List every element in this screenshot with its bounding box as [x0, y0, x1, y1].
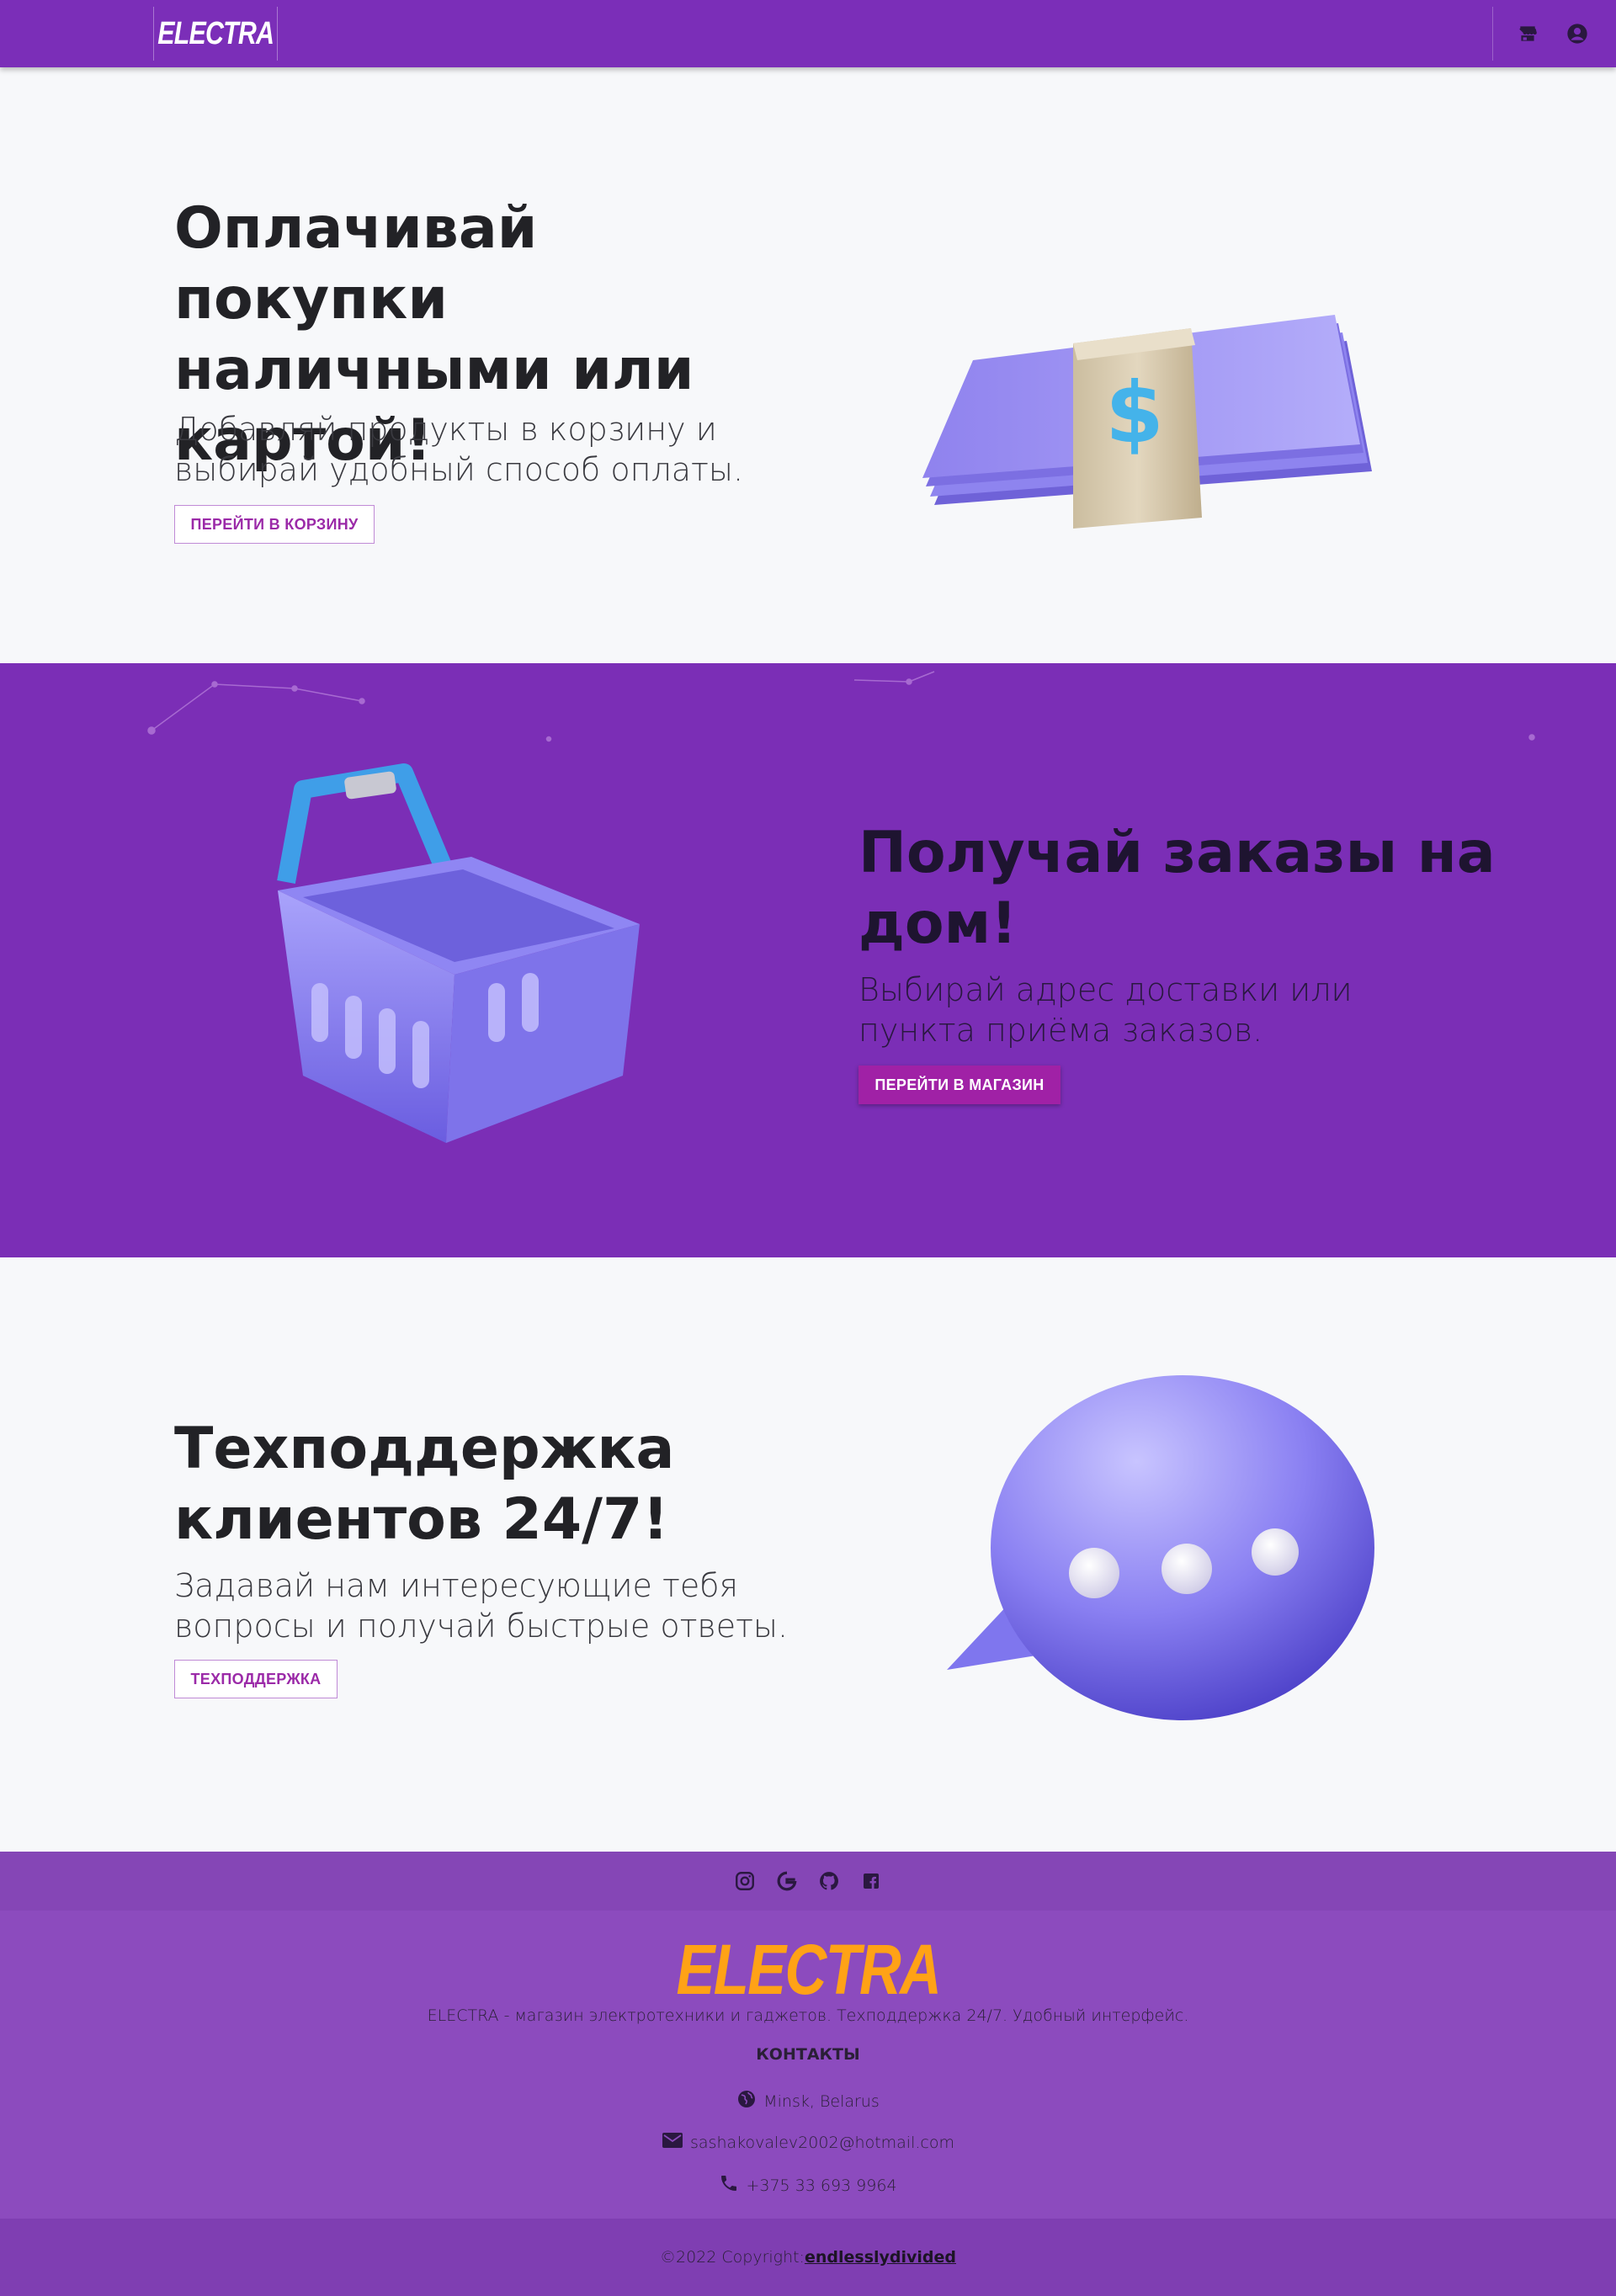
email-icon	[662, 2131, 683, 2154]
delivery-title: Получай заказы на дом!	[858, 820, 1496, 957]
contact-phone: +375 33 693 9964	[0, 2173, 1616, 2198]
account-circle-icon[interactable]	[1564, 20, 1591, 47]
constellation-decoration	[147, 671, 1535, 742]
contacts-title: КОНТАКТЫ	[756, 2045, 860, 2064]
navbar: ELECTRA	[0, 0, 1616, 67]
go-to-shop-button[interactable]: ПЕРЕЙТИ В МАГАЗИН	[858, 1066, 1060, 1104]
instagram-icon[interactable]	[732, 1868, 758, 1894]
store-icon[interactable]	[1514, 20, 1541, 47]
phone-icon	[719, 2173, 739, 2198]
payment-section: Оплачивай покупки наличными или картой! …	[0, 67, 1616, 663]
footer-description: ELECTRA - магазин электротехники и гадже…	[427, 2006, 1189, 2025]
shopping-basket-icon	[252, 756, 673, 1160]
contact-email-text[interactable]: sashakovalev2002@hotmail.com	[690, 2134, 954, 2152]
payment-subtitle: Добавляй продукты в корзину и выбирай уд…	[174, 411, 744, 488]
footer-social-bar	[0, 1852, 1616, 1911]
footer: ELECTRA ELECTRA - магазин электротехники…	[0, 1911, 1616, 2219]
delivery-section: Получай заказы на дом! Выбирай адрес дос…	[0, 663, 1616, 1257]
chat-bubble-icon	[934, 1358, 1389, 1729]
facebook-icon[interactable]	[858, 1868, 884, 1894]
support-title: Техподдержка клиентов 24/7!	[174, 1416, 675, 1553]
footer-logo-text: ELECTRA	[676, 1930, 941, 2009]
copyright-bar: ©2022 Copyright: endlesslydivided	[0, 2219, 1616, 2296]
svg-text:$: $	[1105, 364, 1164, 462]
go-to-cart-button[interactable]: ПЕРЕЙТИ В КОРЗИНУ	[174, 505, 375, 544]
brand-link[interactable]: ELECTRA	[153, 7, 278, 61]
contact-location: Minsk, Belarus	[0, 2089, 1616, 2113]
contact-phone-text[interactable]: +375 33 693 9964	[746, 2176, 896, 2195]
copyright-author-link[interactable]: endlesslydivided	[805, 2248, 956, 2267]
contact-email: sashakovalev2002@hotmail.com	[0, 2131, 1616, 2154]
footer-logo: ELECTRA	[0, 1929, 1616, 2011]
support-section: Техподдержка клиентов 24/7! Задавай нам …	[0, 1257, 1616, 1852]
money-stack-icon: $	[917, 219, 1397, 572]
navbar-divider	[1492, 7, 1493, 61]
support-subtitle: Задавай нам интересующие тебя вопросы и …	[174, 1567, 789, 1645]
brand-logo: ELECTRA	[157, 15, 274, 51]
github-icon[interactable]	[816, 1868, 842, 1894]
google-icon[interactable]	[774, 1868, 800, 1894]
copyright-text: ©2022 Copyright:	[659, 2248, 805, 2267]
contact-location-text: Minsk, Belarus	[763, 2091, 880, 2111]
support-button[interactable]: ТЕХПОДДЕРЖКА	[174, 1660, 338, 1698]
page: ELECTRA Оплачивай покупки наличными или …	[0, 0, 1616, 2296]
delivery-subtitle: Выбирай адрес доставки или пункта приёма…	[858, 971, 1353, 1049]
globe-icon	[736, 2089, 757, 2113]
